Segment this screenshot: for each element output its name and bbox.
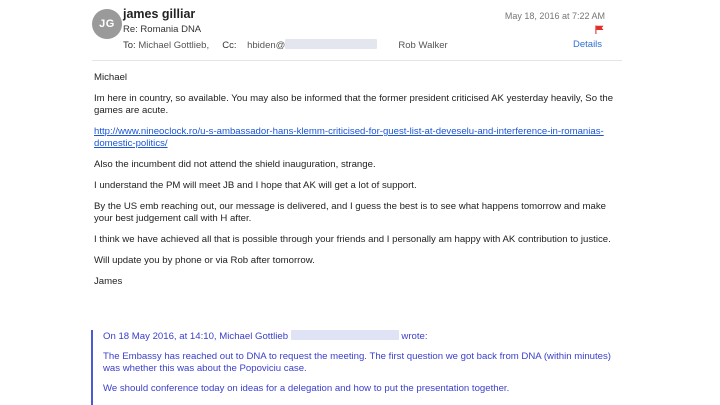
avatar-initials: JG bbox=[99, 18, 115, 30]
link-paragraph: http://www.nineoclock.ro/u-s-ambassador-… bbox=[94, 126, 614, 150]
recipients-line: To: Michael Gottlieb, Cc: hbiden@ Rob Wa… bbox=[123, 39, 448, 51]
redaction-block bbox=[285, 39, 378, 49]
quote-intro-prefix: On 18 May 2016, at 14:10, Michael Gottli… bbox=[103, 331, 289, 342]
to-recipient[interactable]: Michael Gottlieb, bbox=[138, 40, 209, 51]
quote-paragraph-2: We should conference today on ideas for … bbox=[103, 383, 510, 394]
signature: James bbox=[94, 276, 123, 287]
paragraph-4: By the US emb reaching out, our message … bbox=[94, 201, 606, 224]
quoted-reply: On 18 May 2016, at 14:10, Michael Gottli… bbox=[91, 330, 621, 405]
quote-paragraph-1: The Embassy has reached out to DNA to re… bbox=[103, 351, 611, 374]
article-link[interactable]: http://www.nineoclock.ro/u-s-ambassador-… bbox=[94, 126, 604, 149]
quote-intro: On 18 May 2016, at 14:10, Michael Gottli… bbox=[103, 330, 621, 343]
email-header: JG james gilliar Re: Romania DNA To: Mic… bbox=[0, 0, 720, 56]
details-link[interactable]: Details bbox=[573, 39, 602, 50]
email-body: Michael Im here in country, so available… bbox=[94, 72, 614, 297]
flag-icon[interactable] bbox=[595, 25, 604, 34]
email-subject: Re: Romania DNA bbox=[123, 24, 202, 35]
email-date: May 18, 2016 at 7:22 AM bbox=[504, 11, 605, 21]
paragraph-1: Im here in country, so available. You ma… bbox=[94, 93, 614, 116]
paragraph-6: Will update you by phone or via Rob afte… bbox=[94, 255, 315, 266]
cc-recipient[interactable]: hbiden@ bbox=[247, 40, 285, 51]
paragraph-3: I understand the PM will meet JB and I h… bbox=[94, 180, 417, 191]
greeting: Michael bbox=[94, 72, 128, 83]
cc-label: Cc: bbox=[222, 40, 237, 51]
header-divider bbox=[92, 60, 622, 61]
redaction-block bbox=[290, 330, 399, 340]
to-label: To: bbox=[123, 40, 136, 51]
paragraph-5: I think we have achieved all that is pos… bbox=[94, 234, 611, 245]
quote-intro-suffix: wrote: bbox=[401, 331, 428, 342]
paragraph-2: Also the incumbent did not attend the sh… bbox=[94, 159, 376, 170]
sender-name[interactable]: james gilliar bbox=[123, 7, 195, 21]
sender-avatar: JG bbox=[92, 9, 122, 39]
cc-recipient-2[interactable]: Rob Walker bbox=[398, 40, 447, 51]
